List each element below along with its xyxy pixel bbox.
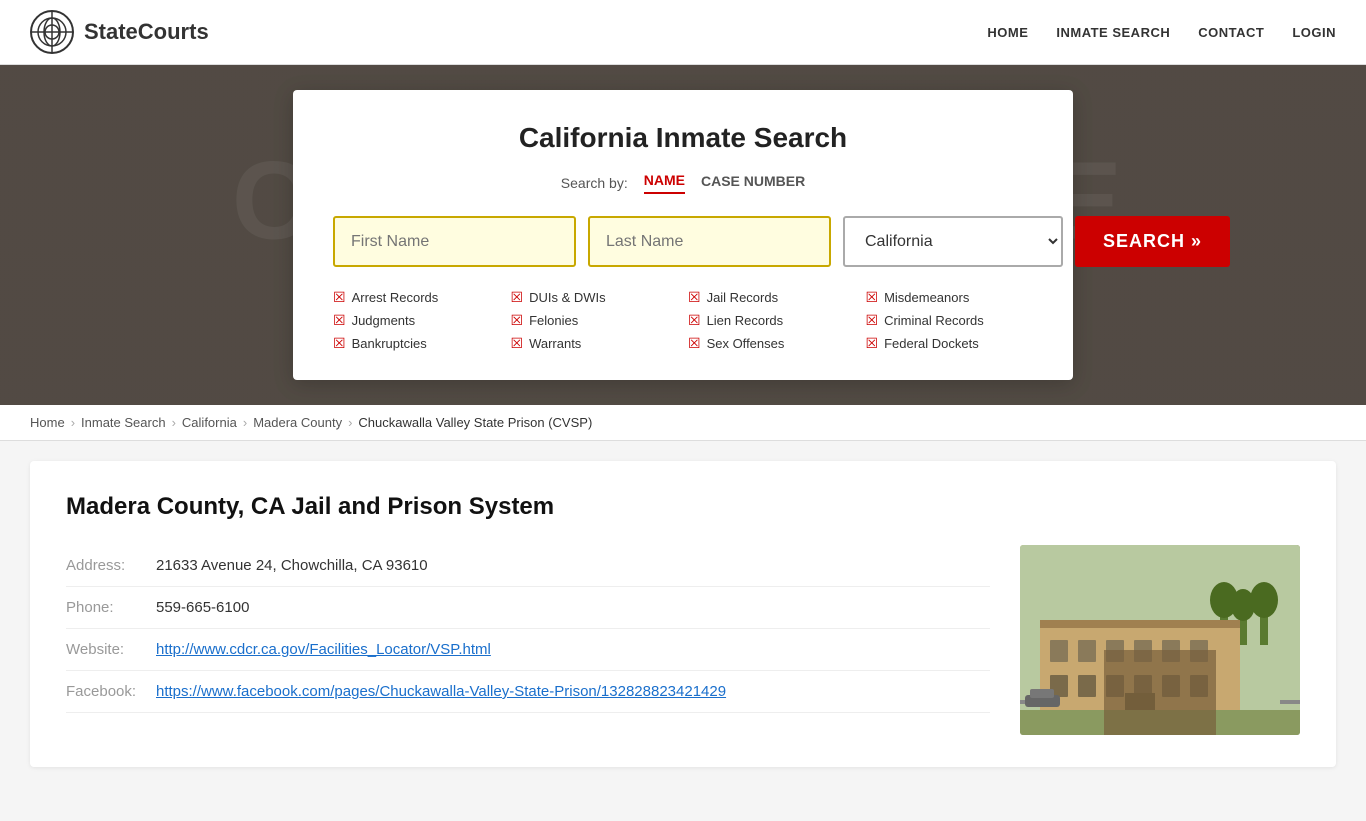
search-by-row: Search by: NAME CASE NUMBER — [333, 172, 1033, 194]
checkbox-bankruptcies: ☒ Bankruptcies — [333, 335, 501, 352]
logo-area[interactable]: StateCourts — [30, 10, 209, 54]
tab-case-number[interactable]: CASE NUMBER — [701, 173, 805, 193]
address-row: Address: 21633 Avenue 24, Chowchilla, CA… — [66, 545, 990, 587]
site-header: StateCourts HOME INMATE SEARCH CONTACT L… — [0, 0, 1366, 65]
hero-section: California Inmate Search Search by: NAME… — [0, 65, 1366, 405]
check-icon: ☒ — [333, 312, 346, 329]
checkbox-label: DUIs & DWIs — [529, 290, 606, 305]
checkbox-label: Misdemeanors — [884, 290, 969, 305]
check-icon: ☒ — [866, 289, 879, 306]
checkbox-label: Bankruptcies — [352, 336, 427, 351]
checkbox-label: Arrest Records — [352, 290, 439, 305]
breadcrumb-sep-2: › — [172, 415, 176, 430]
nav-home[interactable]: HOME — [987, 25, 1028, 40]
state-select[interactable]: Alabama Alaska Arizona Arkansas Californ… — [843, 216, 1063, 267]
search-card-title: California Inmate Search — [333, 122, 1033, 154]
checkbox-label: Criminal Records — [884, 313, 984, 328]
website-link[interactable]: http://www.cdcr.ca.gov/Facilities_Locato… — [156, 641, 491, 658]
first-name-input[interactable] — [333, 216, 576, 267]
phone-row: Phone: 559-665-6100 — [66, 587, 990, 629]
check-icon: ☒ — [866, 335, 879, 352]
info-details: Address: 21633 Avenue 24, Chowchilla, CA… — [66, 545, 990, 713]
check-icon: ☒ — [511, 289, 524, 306]
checkbox-misdemeanors: ☒ Misdemeanors — [866, 289, 1034, 306]
address-value: 21633 Avenue 24, Chowchilla, CA 93610 — [156, 557, 428, 574]
phone-label: Phone: — [66, 599, 156, 616]
checkbox-judgments: ☒ Judgments — [333, 312, 501, 329]
search-card: California Inmate Search Search by: NAME… — [293, 90, 1073, 380]
checkbox-label: Sex Offenses — [707, 336, 785, 351]
breadcrumb-california[interactable]: California — [182, 415, 237, 430]
content-card: Madera County, CA Jail and Prison System… — [30, 461, 1336, 767]
search-inputs-row: Alabama Alaska Arizona Arkansas Californ… — [333, 216, 1033, 267]
checkbox-label: Lien Records — [707, 313, 784, 328]
check-icon: ☒ — [688, 335, 701, 352]
breadcrumb: Home › Inmate Search › California › Made… — [0, 405, 1366, 441]
breadcrumb-sep-1: › — [71, 415, 75, 430]
check-icon: ☒ — [866, 312, 879, 329]
checkbox-label: Federal Dockets — [884, 336, 979, 351]
check-icon: ☒ — [333, 335, 346, 352]
checkbox-arrest-records: ☒ Arrest Records — [333, 289, 501, 306]
logo-text: StateCourts — [84, 19, 209, 45]
checkbox-duis-dwis: ☒ DUIs & DWIs — [511, 289, 679, 306]
nav-inmate-search[interactable]: INMATE SEARCH — [1056, 25, 1170, 40]
checkbox-felonies: ☒ Felonies — [511, 312, 679, 329]
check-icon: ☒ — [688, 312, 701, 329]
info-section: Address: 21633 Avenue 24, Chowchilla, CA… — [66, 545, 1300, 735]
checkbox-jail-records: ☒ Jail Records — [688, 289, 856, 306]
breadcrumb-madera-county[interactable]: Madera County — [253, 415, 342, 430]
check-icon: ☒ — [688, 289, 701, 306]
checkbox-sex-offenses: ☒ Sex Offenses — [688, 335, 856, 352]
prison-image — [1020, 545, 1300, 735]
phone-value: 559-665-6100 — [156, 599, 249, 616]
checkbox-grid: ☒ Arrest Records ☒ DUIs & DWIs ☒ Jail Re… — [333, 289, 1033, 352]
checkbox-lien-records: ☒ Lien Records — [688, 312, 856, 329]
breadcrumb-inmate-search[interactable]: Inmate Search — [81, 415, 166, 430]
search-by-label: Search by: — [561, 175, 628, 191]
breadcrumb-sep-4: › — [348, 415, 352, 430]
breadcrumb-sep-3: › — [243, 415, 247, 430]
checkbox-label: Judgments — [352, 313, 416, 328]
breadcrumb-home[interactable]: Home — [30, 415, 65, 430]
website-label: Website: — [66, 641, 156, 658]
breadcrumb-current: Chuckawalla Valley State Prison (CVSP) — [358, 415, 592, 430]
tab-name[interactable]: NAME — [644, 172, 685, 194]
checkbox-criminal-records: ☒ Criminal Records — [866, 312, 1034, 329]
content-title: Madera County, CA Jail and Prison System — [66, 493, 1300, 521]
main-content: Madera County, CA Jail and Prison System… — [0, 441, 1366, 821]
checkbox-label: Jail Records — [707, 290, 779, 305]
last-name-input[interactable] — [588, 216, 831, 267]
search-button[interactable]: SEARCH » — [1075, 216, 1230, 267]
facebook-label: Facebook: — [66, 683, 156, 700]
check-icon: ☒ — [511, 335, 524, 352]
website-row: Website: http://www.cdcr.ca.gov/Faciliti… — [66, 629, 990, 671]
checkbox-label: Felonies — [529, 313, 578, 328]
checkbox-warrants: ☒ Warrants — [511, 335, 679, 352]
main-nav: HOME INMATE SEARCH CONTACT LOGIN — [987, 25, 1336, 40]
address-label: Address: — [66, 557, 156, 574]
checkbox-federal-dockets: ☒ Federal Dockets — [866, 335, 1034, 352]
check-icon: ☒ — [511, 312, 524, 329]
nav-contact[interactable]: CONTACT — [1198, 25, 1264, 40]
logo-icon — [30, 10, 74, 54]
facebook-row: Facebook: https://www.facebook.com/pages… — [66, 671, 990, 713]
check-icon: ☒ — [333, 289, 346, 306]
facebook-link[interactable]: https://www.facebook.com/pages/Chuckawal… — [156, 683, 726, 700]
nav-login[interactable]: LOGIN — [1292, 25, 1336, 40]
checkbox-label: Warrants — [529, 336, 581, 351]
